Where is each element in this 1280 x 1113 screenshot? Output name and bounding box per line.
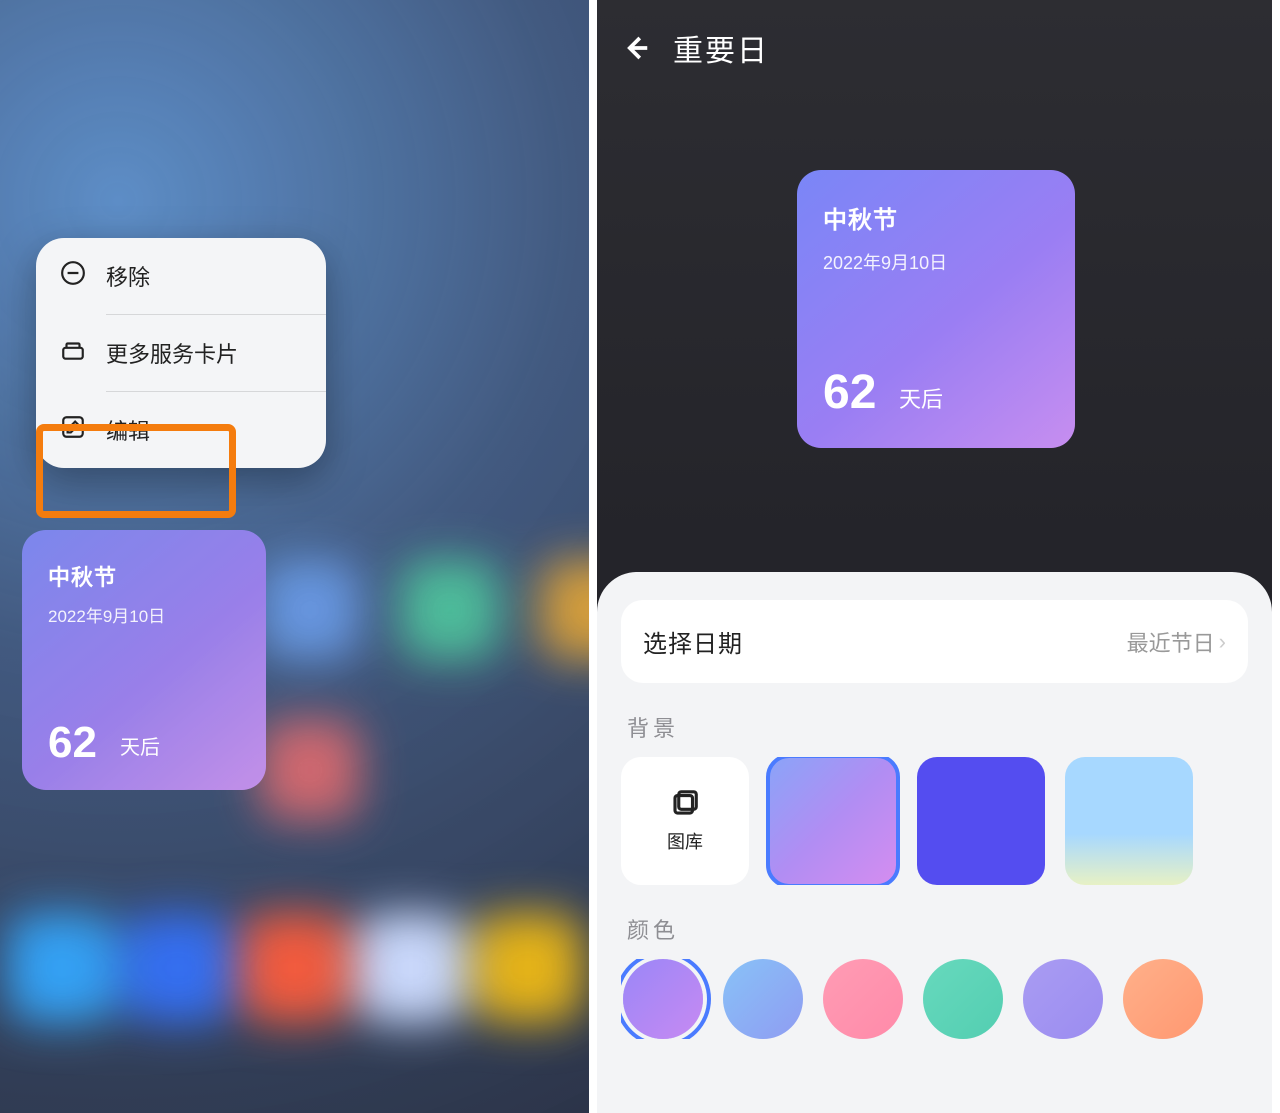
- widget-context-menu: 移除 更多服务卡片 编辑: [36, 238, 326, 468]
- days-suffix: 天后: [120, 731, 160, 760]
- back-button[interactable]: [617, 29, 655, 67]
- color-pink[interactable]: [823, 959, 903, 1039]
- date-value: 最近节日: [1127, 626, 1215, 658]
- event-date: 2022年9月10日: [48, 602, 240, 627]
- days-count: 62: [48, 718, 97, 768]
- remove-icon: [60, 260, 86, 292]
- days-suffix: 天后: [899, 382, 943, 414]
- bg-option-gallery[interactable]: 图库: [621, 757, 749, 885]
- menu-label: 更多服务卡片: [106, 337, 238, 369]
- color-teal[interactable]: [923, 959, 1003, 1039]
- bg-option-gradient-selected[interactable]: [769, 757, 897, 885]
- event-title: 中秋节: [823, 200, 1049, 235]
- color-violet[interactable]: [1023, 959, 1103, 1039]
- home-screen-longpress: 移除 更多服务卡片 编辑 中秋节 2022年9月10日 62 天后: [0, 0, 597, 1113]
- blurred-apps: [260, 560, 597, 840]
- edit-icon: [60, 414, 86, 446]
- edit-header: 重要日: [597, 0, 1272, 96]
- days-count: 62: [823, 365, 876, 420]
- color-purple-selected[interactable]: [623, 959, 703, 1039]
- section-background: 背景: [627, 711, 1248, 743]
- edit-widget-screen: 重要日 中秋节 2022年9月10日 62 天后 选择日期 最近节日 › 背景 …: [597, 0, 1272, 1113]
- section-color: 颜色: [627, 913, 1248, 945]
- color-orange[interactable]: [1123, 959, 1203, 1039]
- event-title: 中秋节: [48, 560, 240, 592]
- bg-option-sky[interactable]: [1065, 757, 1193, 885]
- color-blue[interactable]: [723, 959, 803, 1039]
- select-date-row[interactable]: 选择日期 最近节日 ›: [621, 600, 1248, 683]
- menu-item-more-cards[interactable]: 更多服务卡片: [36, 315, 326, 391]
- blurred-dock: [0, 843, 589, 1093]
- chevron-right-icon: ›: [1219, 629, 1226, 655]
- menu-item-remove[interactable]: 移除: [36, 238, 326, 314]
- background-options: 图库: [621, 757, 1248, 885]
- settings-sheet: 选择日期 最近节日 › 背景 图库 颜色: [597, 572, 1272, 1113]
- widget-preview: 中秋节 2022年9月10日 62 天后: [797, 170, 1075, 448]
- menu-item-edit[interactable]: 编辑: [36, 392, 326, 468]
- important-day-widget[interactable]: 中秋节 2022年9月10日 62 天后: [22, 530, 266, 790]
- gallery-label: 图库: [667, 828, 703, 854]
- menu-label: 移除: [106, 260, 150, 292]
- page-title: 重要日: [673, 26, 769, 70]
- color-options: [621, 959, 1248, 1039]
- event-date: 2022年9月10日: [823, 249, 1049, 275]
- menu-label: 编辑: [106, 414, 150, 446]
- bg-option-blue[interactable]: [917, 757, 1045, 885]
- date-label: 选择日期: [643, 624, 743, 659]
- cards-icon: [60, 337, 86, 369]
